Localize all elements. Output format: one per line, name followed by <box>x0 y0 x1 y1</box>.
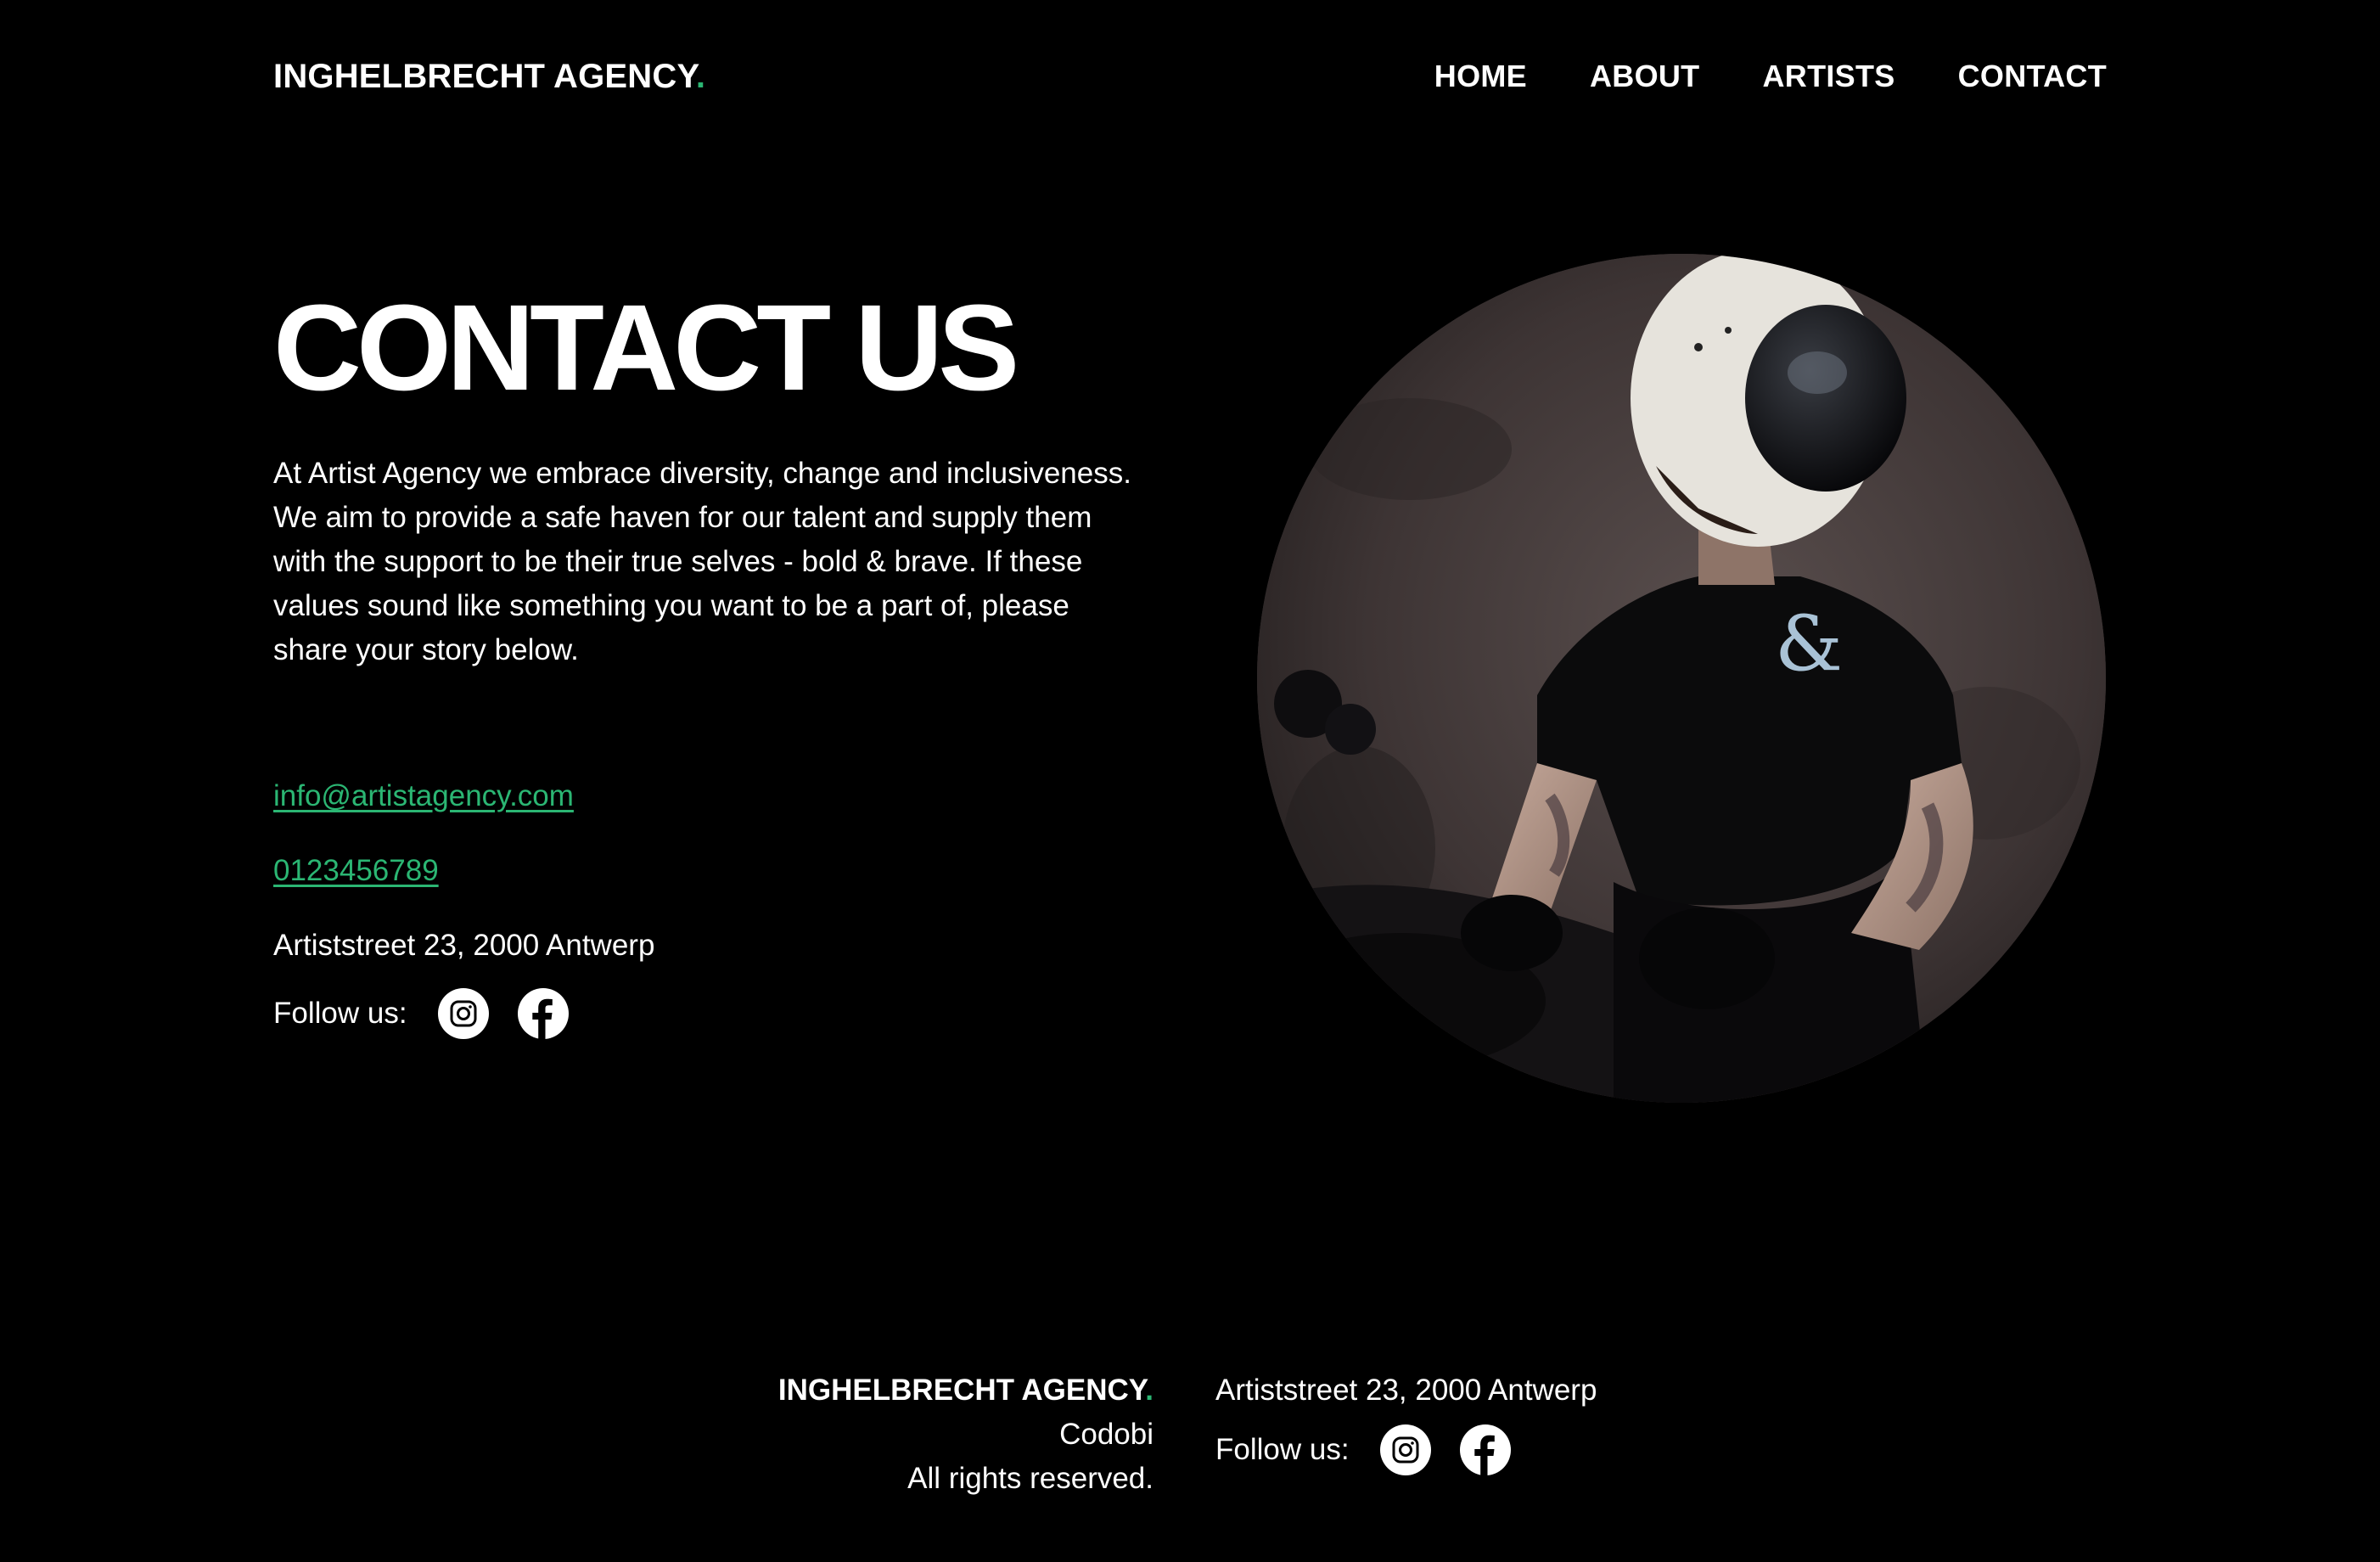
nav-artists[interactable]: ARTISTS <box>1762 59 1894 94</box>
nav-home[interactable]: HOME <box>1434 59 1527 94</box>
nav-contact[interactable]: CONTACT <box>1958 59 2107 94</box>
contact-details: info@artistagency.com 0123456789 Artists… <box>273 773 1037 1039</box>
intro-text: At Artist Agency we embrace diversity, c… <box>273 457 1131 666</box>
follow-us: Follow us: <box>273 988 1037 1039</box>
footer-social-links <box>1379 1424 1511 1475</box>
brand-name: INGHELBRECHT AGENCY <box>273 57 696 95</box>
phone-link[interactable]: 0123456789 <box>273 847 1037 895</box>
facebook-icon[interactable] <box>517 988 569 1039</box>
main-nav: HOME ABOUT ARTISTS CONTACT <box>1434 59 2107 94</box>
svg-text:&: & <box>1775 599 1843 688</box>
footer-follow-us: Follow us: <box>1215 1424 1597 1475</box>
footer-company: Codobi <box>1059 1418 1154 1451</box>
nav-about[interactable]: ABOUT <box>1590 59 1700 94</box>
footer-brand: INGHELBRECHT AGENCY. <box>778 1368 1154 1413</box>
footer-rights: All rights reserved. <box>907 1462 1154 1495</box>
footer-follow-label: Follow us: <box>1215 1433 1350 1466</box>
footer-contact-block: Artiststreet 23, 2000 Antwerp Follow us: <box>1215 1368 1597 1475</box>
brand-dot: . <box>695 57 706 95</box>
brand-logo[interactable]: INGHELBRECHT AGENCY. <box>273 58 705 96</box>
social-links <box>437 988 569 1039</box>
facebook-icon[interactable] <box>1459 1424 1511 1475</box>
hero-photo: & <box>1257 254 2106 1103</box>
site-header: INGHELBRECHT AGENCY. HOME ABOUT ARTISTS … <box>273 53 2107 100</box>
footer-brand-block: INGHELBRECHT AGENCY. Codobi All rights r… <box>778 1368 1154 1501</box>
instagram-icon[interactable] <box>437 988 489 1039</box>
email-link[interactable]: info@artistagency.com <box>273 773 1037 820</box>
footer-brand-name: INGHELBRECHT AGENCY <box>777 1374 1146 1407</box>
page-title: CONTACT US <box>273 279 1019 416</box>
footer-brand-dot: . <box>1145 1374 1154 1407</box>
instagram-icon[interactable] <box>1379 1424 1431 1475</box>
address-text: Artiststreet 23, 2000 Antwerp <box>273 929 655 962</box>
footer-address: Artiststreet 23, 2000 Antwerp <box>1215 1374 1597 1407</box>
follow-label: Follow us: <box>273 997 407 1030</box>
